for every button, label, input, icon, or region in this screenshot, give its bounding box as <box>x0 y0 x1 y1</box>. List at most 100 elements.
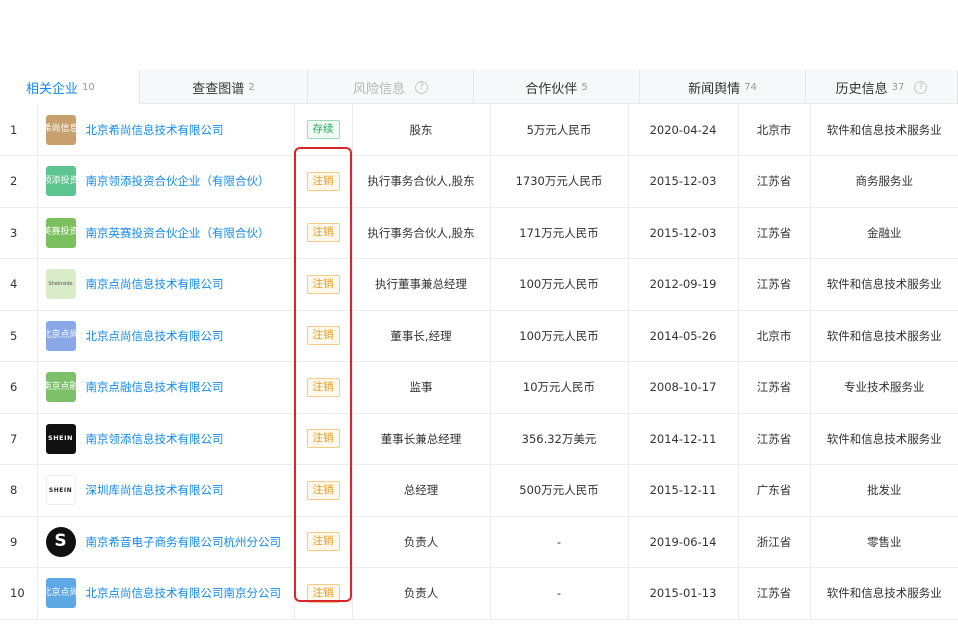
industry-cell: 软件和信息技术服务业 <box>810 413 958 465</box>
company-cell: 南京点融南京点融信息技术有限公司 <box>37 361 295 414</box>
industry-cell: 软件和信息技术服务业 <box>810 310 958 362</box>
company-name-link[interactable]: 南京希音电子商务有限公司杭州分公司 <box>86 534 282 550</box>
role-cell: 董事长兼总经理 <box>352 413 491 465</box>
tab-label: 合作伙伴 <box>525 81 578 97</box>
capital-cell: 100万元人民币 <box>490 258 629 311</box>
row-index: 5 <box>0 310 38 362</box>
table-row: 6南京点融南京点融信息技术有限公司注销监事10万元人民币2008-10-17江苏… <box>0 361 958 414</box>
row-index: 4 <box>0 258 38 311</box>
company-cell: Sheinside 南京点尚信息技术有限公司 <box>37 258 295 311</box>
table-row: 7 SHEIN 南京领添信息技术有限公司 注销 董事长兼总经理 356.32万美元 2014… <box>0 413 958 465</box>
table-row: 2领添投资南京领添投资合伙企业（有限合伙） 注销执行事务合伙人,股东1730万元人… <box>0 155 958 208</box>
tab-label: 历史信息 <box>835 81 888 97</box>
tab-5[interactable]: 历史信息 37? <box>806 70 958 104</box>
role-cell: 执行事务合伙人,股东 <box>352 155 491 208</box>
status-cell: 存续 <box>294 104 353 156</box>
company-logo-icon: Sheinside <box>45 269 76 300</box>
company-name-link[interactable]: 北京希尚信息技术有限公司 <box>86 122 224 138</box>
role-cell: 总经理 <box>352 464 491 517</box>
company-cell: 北京点尚北京点尚信息技术有限公司南京分公司 <box>37 567 295 620</box>
company-logo-icon: SHEIN <box>45 423 76 454</box>
role-cell: 股东 <box>352 104 491 156</box>
tab-3[interactable]: 合作伙伴 5 <box>474 70 640 104</box>
company-cell: SHEIN 南京领添信息技术有限公司 <box>37 413 295 465</box>
tab-count: 10 <box>82 81 95 93</box>
row-index: 2 <box>0 155 38 208</box>
company-name-link[interactable]: 南京点融信息技术有限公司 <box>86 379 224 395</box>
status-cell: 注销 <box>294 258 353 311</box>
company-name-link[interactable]: 北京点尚信息技术有限公司 <box>86 328 224 344</box>
row-index: 10 <box>0 567 38 620</box>
row-index: 1 <box>0 104 38 156</box>
company-name-link[interactable]: 北京点尚信息技术有限公司南京分公司 <box>86 585 282 601</box>
tab-0[interactable]: 相关企业 10 <box>0 70 140 104</box>
date-cell: 2019-06-14 <box>628 516 739 568</box>
status-cell: 注销 <box>294 464 353 517</box>
date-cell: 2015-12-03 <box>628 155 739 208</box>
status-cell: 注销 <box>294 567 353 620</box>
date-cell: 2020-04-24 <box>628 104 739 156</box>
capital-cell: - <box>490 567 629 620</box>
industry-cell: 软件和信息技术服务业 <box>810 567 958 620</box>
company-cell: 领添投资南京领添投资合伙企业（有限合伙） <box>37 155 295 208</box>
date-cell: 2012-09-19 <box>628 258 739 311</box>
help-icon[interactable]: ? <box>914 80 928 94</box>
capital-cell: 10万元人民币 <box>490 361 629 414</box>
tab-count: 37 <box>891 81 905 93</box>
table-row: 1希尚信息北京希尚信息技术有限公司存续股东5万元人民币2020-04-24北京市… <box>0 104 958 156</box>
company-name-link[interactable]: 南京领添投资合伙企业（有限合伙） <box>86 173 270 189</box>
region-cell: 江苏省 <box>738 207 811 259</box>
row-index: 9 <box>0 516 38 568</box>
capital-cell: 171万元人民币 <box>490 207 629 259</box>
role-cell: 负责人 <box>352 516 491 568</box>
company-name-link[interactable]: 南京点尚信息技术有限公司 <box>86 276 224 292</box>
status-cell: 注销 <box>294 516 353 568</box>
company-name-link[interactable]: 南京领添信息技术有限公司 <box>86 431 224 447</box>
company-logo-icon: 北京点尚 <box>45 320 76 351</box>
tab-count: 74 <box>744 81 757 93</box>
row-index: 3 <box>0 207 38 259</box>
capital-cell: 5万元人民币 <box>490 104 629 156</box>
date-cell: 2014-12-11 <box>628 413 739 465</box>
tab-count: 5 <box>581 81 588 93</box>
region-cell: 广东省 <box>738 464 811 517</box>
table-row: 3英赛投资南京英赛投资合伙企业（有限合伙） 注销执行事务合伙人,股东171万元人民… <box>0 207 958 259</box>
status-badge: 注销 <box>306 223 340 243</box>
role-cell: 监事 <box>352 361 491 414</box>
company-cell: SHEIN 深圳库尚信息技术有限公司 <box>37 464 295 517</box>
tab-bar: 相关企业 10 查查图谱 2 风险信息? 合作伙伴 5 新闻舆情 74 历史信息 37? <box>0 70 958 104</box>
date-cell: 2014-05-26 <box>628 310 739 362</box>
region-cell: 北京市 <box>738 104 811 156</box>
row-index: 8 <box>0 464 38 517</box>
capital-cell: 356.32万美元 <box>490 413 629 465</box>
table-row: 4 Sheinside 南京点尚信息技术有限公司 注销 执行董事兼总经理 100万元人民币… <box>0 258 958 311</box>
tab-label: 查查图谱 <box>192 81 245 97</box>
role-cell: 负责人 <box>352 567 491 620</box>
industry-cell: 商务服务业 <box>810 155 958 208</box>
company-cell: 希尚信息北京希尚信息技术有限公司 <box>37 104 295 156</box>
region-cell: 江苏省 <box>738 361 811 414</box>
status-cell: 注销 <box>294 207 353 259</box>
date-cell: 2015-12-11 <box>628 464 739 517</box>
company-logo-icon: S <box>45 526 76 557</box>
tab-label: 相关企业 <box>26 81 79 97</box>
status-badge: 注销 <box>306 274 340 294</box>
industry-cell: 专业技术服务业 <box>810 361 958 414</box>
table-row: 8 SHEIN 深圳库尚信息技术有限公司 注销 总经理 500万元人民币 2015-12-1… <box>0 464 958 517</box>
row-index: 7 <box>0 413 38 465</box>
tab-4[interactable]: 新闻舆情 74 <box>640 70 806 104</box>
company-cell: 北京点尚北京点尚信息技术有限公司 <box>37 310 295 362</box>
industry-cell: 软件和信息技术服务业 <box>810 258 958 311</box>
status-cell: 注销 <box>294 310 353 362</box>
status-badge: 注销 <box>306 171 340 191</box>
date-cell: 2008-10-17 <box>628 361 739 414</box>
company-name-link[interactable]: 南京英赛投资合伙企业（有限合伙） <box>86 225 270 241</box>
company-logo-icon: 希尚信息 <box>45 114 76 145</box>
company-logo-icon: 英赛投资 <box>45 217 76 248</box>
company-name-link[interactable]: 深圳库尚信息技术有限公司 <box>86 482 224 498</box>
row-index: 6 <box>0 361 38 414</box>
help-icon[interactable]: ? <box>415 80 428 94</box>
tab-1[interactable]: 查查图谱 2 <box>140 70 308 104</box>
region-cell: 浙江省 <box>738 516 811 568</box>
date-cell: 2015-12-03 <box>628 207 739 259</box>
